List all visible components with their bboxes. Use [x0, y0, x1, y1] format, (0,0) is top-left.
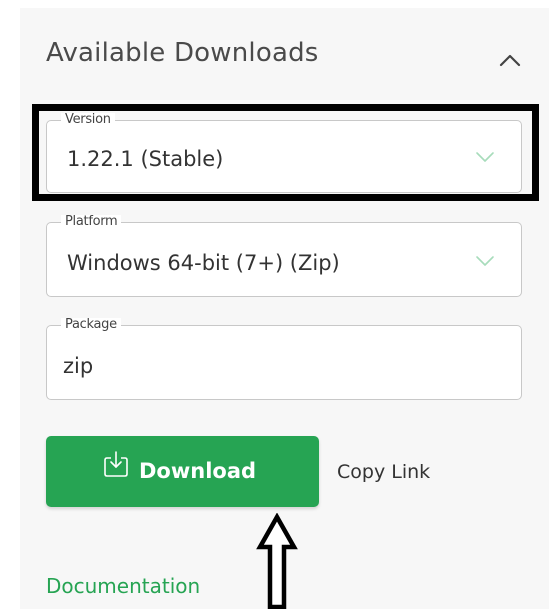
package-field[interactable]: Package zip: [46, 318, 522, 400]
platform-select[interactable]: Platform Windows 64-bit (7+) (Zip): [46, 215, 522, 297]
version-label: Version: [61, 113, 115, 127]
platform-label: Platform: [61, 215, 122, 229]
documentation-link[interactable]: Documentation: [46, 573, 200, 599]
version-select[interactable]: Version 1.22.1 (Stable): [46, 113, 522, 193]
panel-title: Available Downloads: [46, 38, 319, 68]
chevron-up-icon[interactable]: [497, 50, 523, 70]
page: Available Downloads Version 1.22.1 (Stab…: [0, 0, 549, 609]
download-button-label: Download: [139, 459, 257, 483]
version-value: 1.22.1 (Stable): [67, 147, 224, 171]
chevron-down-icon[interactable]: [475, 255, 495, 267]
download-icon: [104, 451, 128, 477]
chevron-down-icon[interactable]: [475, 151, 495, 163]
package-label: Package: [61, 318, 121, 332]
platform-value: Windows 64-bit (7+) (Zip): [67, 251, 340, 275]
available-downloads-panel: [20, 8, 549, 609]
copy-link[interactable]: Copy Link: [337, 460, 430, 484]
download-button[interactable]: Download: [46, 436, 319, 507]
package-value: zip: [63, 354, 94, 378]
